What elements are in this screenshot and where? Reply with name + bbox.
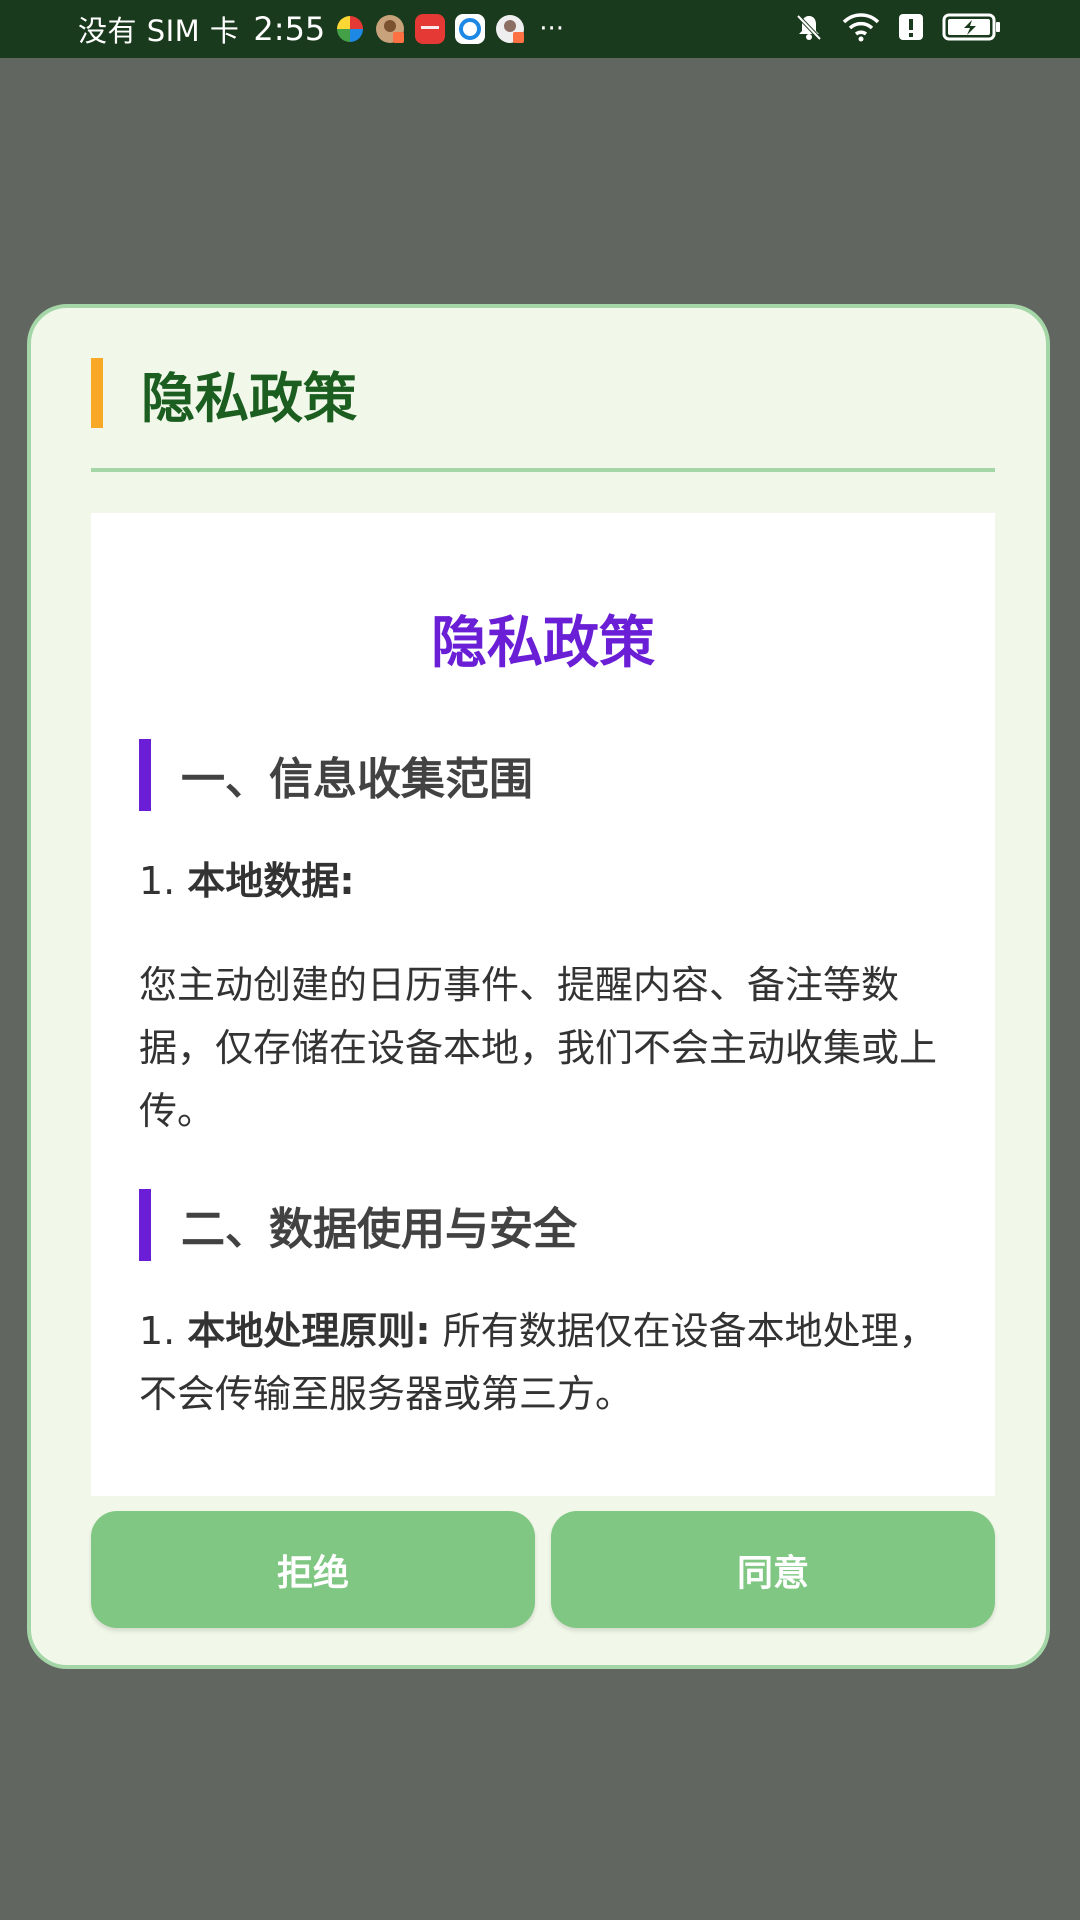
reject-button[interactable]: 拒绝 bbox=[91, 1511, 535, 1628]
privacy-policy-dialog: 隐私政策 隐私政策 一、信息收集范围 1. 本地数据: 您主动创建的日历事件、提… bbox=[27, 304, 1050, 1669]
policy-content-scroll[interactable]: 隐私政策 一、信息收集范围 1. 本地数据: 您主动创建的日历事件、提醒内容、备… bbox=[91, 513, 995, 1496]
status-bar: 没有 SIM 卡 2:55 ··· bbox=[0, 0, 1080, 58]
section-accent-bar bbox=[139, 1189, 151, 1261]
carrier-text: 没有 SIM 卡 bbox=[78, 14, 240, 48]
more-notifications-icon: ··· bbox=[539, 14, 565, 44]
item-number: 1. bbox=[139, 859, 176, 903]
pinwheel-app-icon bbox=[335, 14, 365, 44]
policy-document-title: 隐私政策 bbox=[431, 611, 655, 676]
alert-icon bbox=[898, 12, 924, 46]
clock: 2:55 bbox=[253, 10, 326, 48]
item-label: 本地处理原则: bbox=[187, 1309, 431, 1353]
section-heading-1: 一、信息收集范围 bbox=[139, 739, 533, 811]
avatar-app-icon bbox=[375, 14, 405, 44]
title-divider bbox=[91, 468, 995, 472]
section-accent-bar bbox=[139, 739, 151, 811]
item-number: 1. bbox=[139, 1309, 176, 1353]
huawei-store-icon bbox=[415, 14, 446, 44]
item-label: 本地数据: bbox=[187, 859, 355, 903]
battery-charging-icon bbox=[942, 12, 1002, 46]
dialog-title: 隐私政策 bbox=[141, 366, 357, 430]
section-heading-2: 二、数据使用与安全 bbox=[139, 1189, 577, 1261]
section-title-1: 一、信息收集范围 bbox=[181, 754, 533, 805]
avatar-app-icon-2 bbox=[495, 14, 525, 44]
section2-item1: 1. 本地处理原则: 所有数据仅在设备本地处理，不会传输至服务器或第三方。 bbox=[139, 1300, 939, 1426]
title-accent-bar bbox=[91, 358, 103, 428]
section-title-2: 二、数据使用与安全 bbox=[181, 1204, 577, 1255]
browser-app-icon bbox=[455, 14, 486, 44]
dialog-header: 隐私政策 bbox=[91, 358, 357, 430]
wifi-icon bbox=[842, 12, 880, 46]
section1-item1-label-line: 1. 本地数据: bbox=[139, 850, 939, 913]
bell-off-icon bbox=[794, 12, 824, 46]
agree-button[interactable]: 同意 bbox=[551, 1511, 995, 1628]
section1-item1-body: 您主动创建的日历事件、提醒内容、备注等数据，仅存储在设备本地，我们不会主动收集或… bbox=[139, 963, 938, 1133]
